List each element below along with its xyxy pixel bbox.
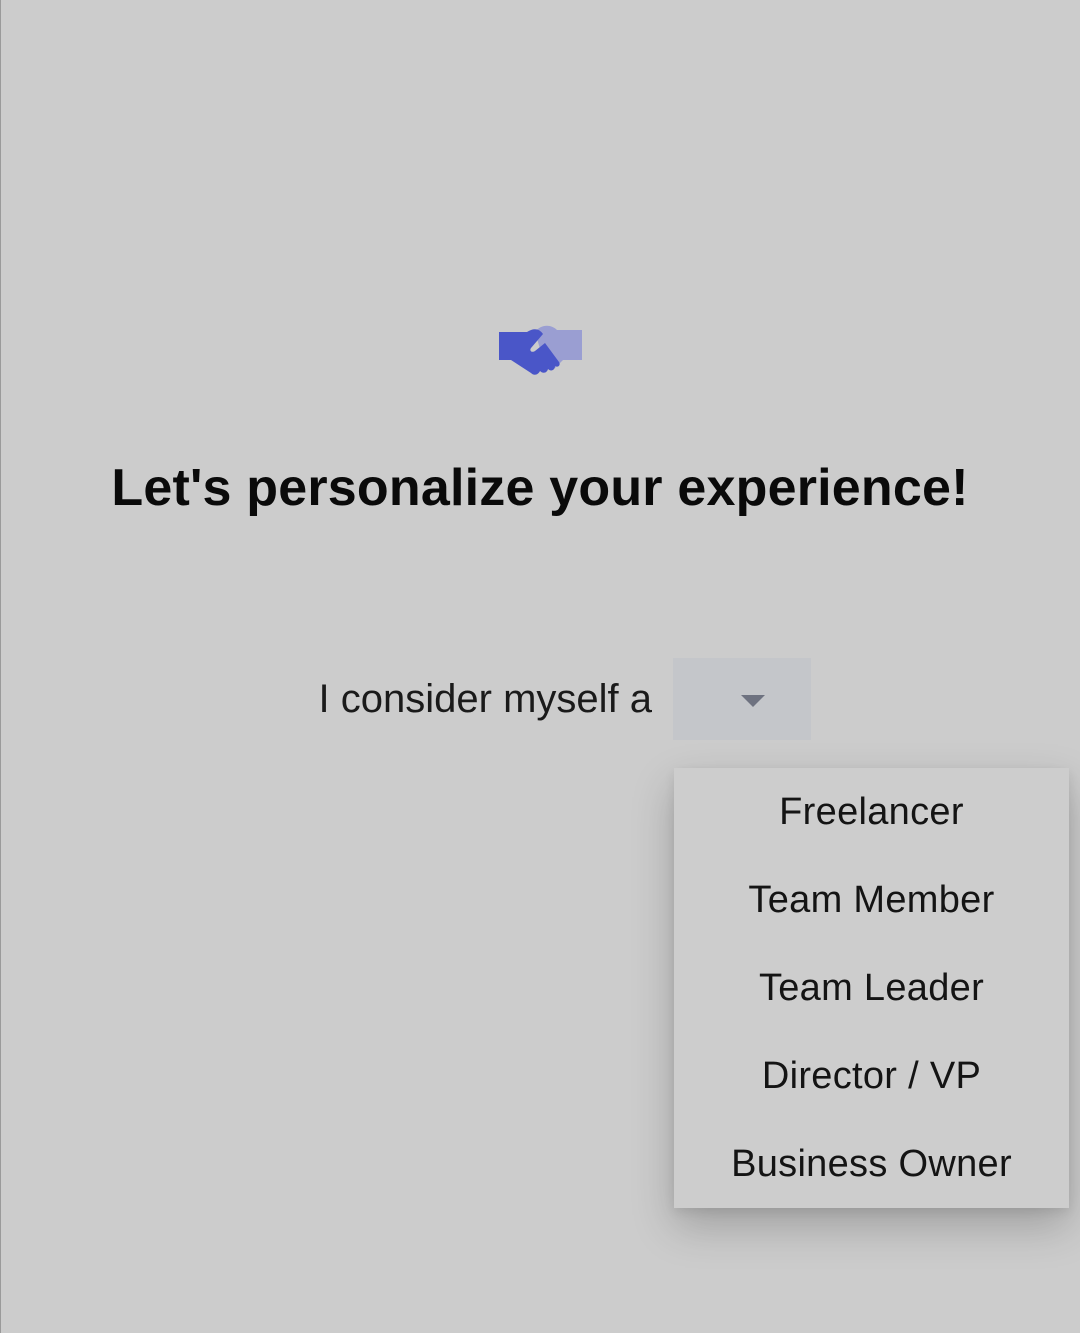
caret-down-icon	[741, 695, 765, 707]
role-option-team-member[interactable]: Team Member	[674, 856, 1069, 944]
handshake-icon	[497, 322, 585, 378]
role-prompt-row: I consider myself a	[0, 658, 1080, 740]
role-prompt-label: I consider myself a	[318, 677, 652, 721]
role-option-director-vp[interactable]: Director / VP	[674, 1032, 1069, 1120]
role-option-team-leader[interactable]: Team Leader	[674, 944, 1069, 1032]
page-title: Let's personalize your experience!	[111, 459, 969, 517]
role-option-freelancer[interactable]: Freelancer	[674, 768, 1069, 856]
role-dropdown-menu: Freelancer Team Member Team Leader Direc…	[674, 768, 1069, 1208]
role-option-business-owner[interactable]: Business Owner	[674, 1120, 1069, 1208]
role-select[interactable]	[673, 658, 811, 740]
